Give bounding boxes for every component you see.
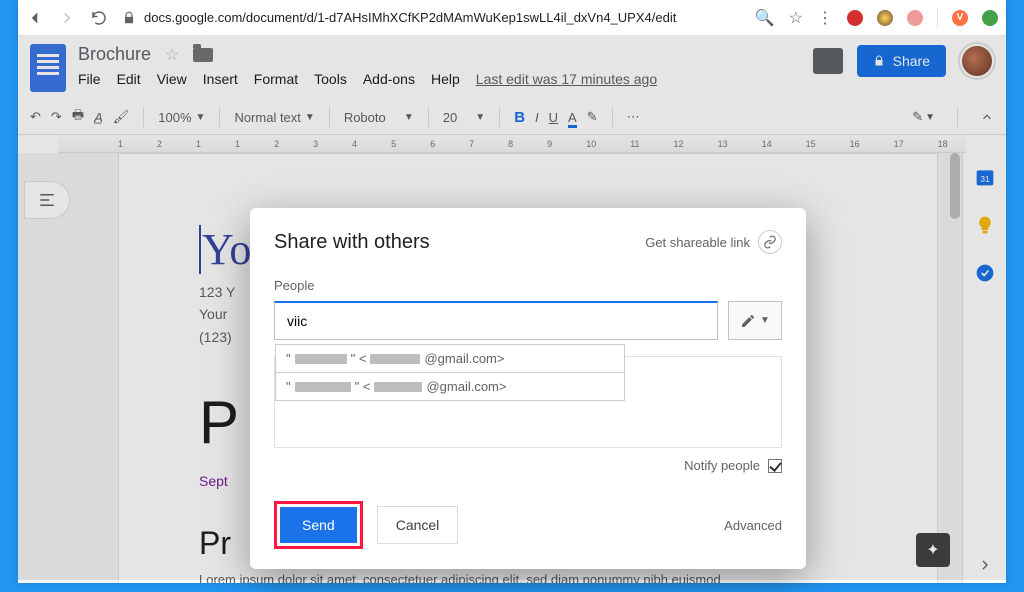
docs-titlebar: Brochure ☆ File Edit View Insert Format … [18, 36, 1006, 92]
collapse-toolbar-button[interactable] [980, 110, 994, 124]
share-button-label: Share [893, 53, 930, 69]
redo-icon[interactable]: ↷ [51, 109, 62, 125]
menu-addons[interactable]: Add-ons [363, 71, 415, 87]
suggestion-item[interactable]: "" <@gmail.com> [275, 372, 625, 401]
paragraph-style-dropdown[interactable]: Normal text▼ [234, 110, 314, 125]
send-highlight: Send [274, 501, 363, 549]
browser-right-icons: 🔍 ☆ ⋮ V [755, 8, 998, 28]
formatting-toolbar: ↶ ↷ 🖶 A̲ 🖌 100%▼ Normal text▼ Roboto▼ 20… [18, 100, 1006, 135]
browser-toolbar: docs.google.com/document/d/1-d7AHsIMhXCf… [18, 0, 1006, 36]
folder-icon[interactable] [193, 48, 213, 62]
menu-file[interactable]: File [78, 71, 101, 87]
calendar-icon[interactable]: 31 [975, 167, 995, 187]
people-label: People [274, 278, 782, 293]
scrollbar-thumb[interactable] [950, 153, 960, 219]
send-button[interactable]: Send [280, 507, 357, 543]
get-shareable-link[interactable]: Get shareable link [645, 230, 782, 254]
permission-dropdown[interactable]: ▼ [728, 301, 782, 340]
reload-button[interactable] [90, 9, 108, 27]
svg-text:31: 31 [980, 174, 990, 184]
divider [937, 9, 938, 27]
editing-mode-dropdown[interactable]: ✎ ▼ [912, 109, 935, 125]
side-panel-toggle[interactable] [977, 557, 993, 573]
star-icon[interactable]: ☆ [165, 45, 179, 65]
people-input[interactable] [274, 301, 718, 340]
back-button[interactable] [26, 9, 44, 27]
comments-button[interactable] [813, 48, 843, 74]
zoom-dropdown[interactable]: 100%▼ [158, 110, 205, 125]
bookmark-icon[interactable]: ☆ [789, 8, 803, 28]
menu-insert[interactable]: Insert [203, 71, 238, 87]
kebab-icon[interactable]: ⋮ [817, 8, 833, 28]
docs-logo-icon[interactable] [30, 44, 66, 92]
ext-icon-2[interactable] [877, 10, 893, 26]
suggestion-item[interactable]: "" <@gmail.com> [275, 344, 625, 373]
body-text: Lorem ipsum dolor sit amet, consectetuer… [199, 572, 857, 583]
pencil-icon [740, 313, 756, 329]
bold-button[interactable]: B [514, 109, 525, 126]
paint-format-icon[interactable]: 🖌 [113, 109, 130, 125]
forward-button[interactable] [58, 9, 76, 27]
underline-button[interactable]: U [549, 110, 558, 125]
doc-name[interactable]: Brochure [78, 44, 151, 65]
menu-view[interactable]: View [157, 71, 187, 87]
ext-icon-4[interactable] [982, 10, 998, 26]
dialog-title: Share with others [274, 231, 430, 254]
url-text: docs.google.com/document/d/1-d7AHsIMhXCf… [144, 10, 676, 25]
menu-bar: File Edit View Insert Format Tools Add-o… [78, 71, 813, 87]
menu-help[interactable]: Help [431, 71, 460, 87]
lock-icon [873, 55, 885, 67]
keep-icon[interactable] [975, 215, 995, 235]
outline-toggle[interactable] [24, 181, 70, 219]
advanced-link[interactable]: Advanced [724, 518, 782, 533]
address-bar[interactable]: docs.google.com/document/d/1-d7AHsIMhXCf… [122, 10, 741, 25]
italic-button[interactable]: I [535, 110, 539, 125]
menu-format[interactable]: Format [254, 71, 298, 87]
spellcheck-icon[interactable]: A̲ [94, 110, 103, 125]
notify-checkbox[interactable] [768, 459, 782, 473]
profile-avatar[interactable]: V [952, 10, 968, 26]
explore-button[interactable]: ✦ [916, 533, 950, 567]
account-avatar[interactable] [960, 44, 994, 78]
undo-icon[interactable]: ↶ [30, 109, 41, 125]
tasks-icon[interactable] [975, 263, 995, 283]
font-dropdown[interactable]: Roboto▼ [344, 110, 414, 125]
ruler[interactable]: 12112345678910111213141516171819 [58, 135, 966, 153]
share-dialog: Share with others Get shareable link Peo… [250, 208, 806, 569]
fontsize-dropdown[interactable]: 20▼ [443, 110, 485, 125]
menu-tools[interactable]: Tools [314, 71, 347, 87]
autocomplete-suggestions: "" <@gmail.com> "" <@gmail.com> [275, 344, 625, 400]
zoom-icon[interactable]: 🔍 [755, 8, 775, 28]
highlight-button[interactable]: ✎ [587, 109, 598, 125]
print-icon[interactable]: 🖶 [72, 106, 84, 128]
share-button[interactable]: Share [857, 45, 946, 77]
last-edit-link[interactable]: Last edit was 17 minutes ago [476, 71, 657, 87]
text-color-button[interactable]: A [568, 110, 577, 125]
link-icon [758, 230, 782, 254]
cancel-button[interactable]: Cancel [377, 506, 459, 544]
ext-icon-1[interactable] [847, 10, 863, 26]
lock-icon [122, 11, 136, 25]
side-panel: 31 [962, 153, 1006, 583]
menu-edit[interactable]: Edit [117, 71, 141, 87]
notify-label: Notify people [684, 458, 760, 473]
more-tools-button[interactable]: ⋯ [627, 109, 640, 125]
ext-icon-3[interactable] [907, 10, 923, 26]
